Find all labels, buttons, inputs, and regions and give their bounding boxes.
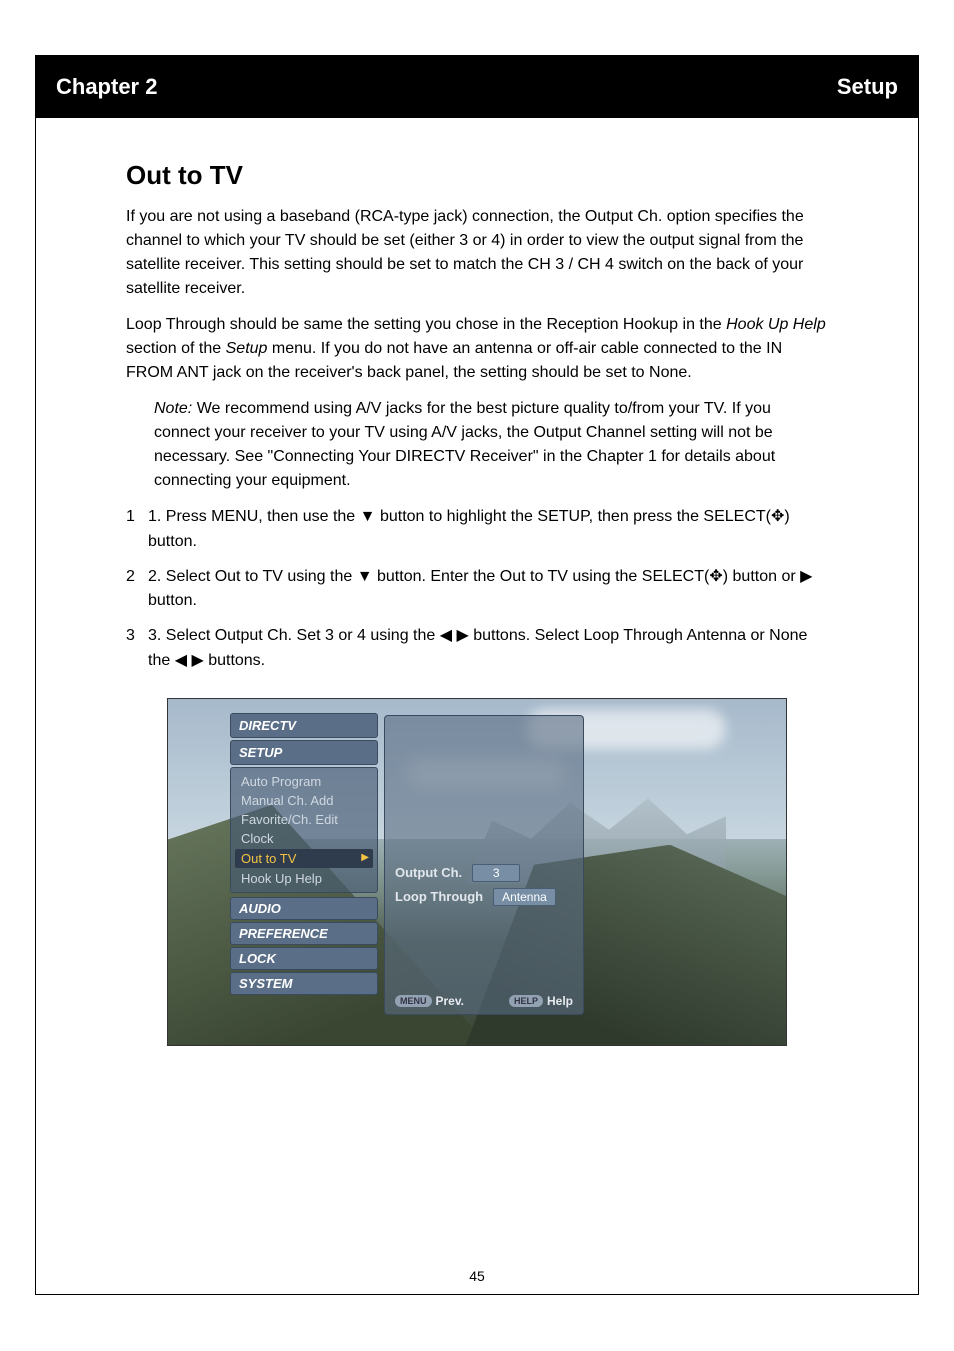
content-area: Out to TV If you are not using a baseban… <box>36 118 918 1046</box>
step2-d: button. <box>148 592 197 609</box>
sidebar-setup-items: Auto Program Manual Ch. Add Favorite/Ch.… <box>230 767 378 893</box>
step-1-num: 1 <box>126 505 135 530</box>
footer-help: HELP Help <box>509 994 573 1008</box>
sidebar-head-system[interactable]: SYSTEM <box>230 972 378 995</box>
select-crosshair-icon: ✥ <box>709 568 722 585</box>
paragraph-1: If you are not using a baseband (RCA-typ… <box>126 205 828 301</box>
header-left: Chapter 2 <box>56 74 157 100</box>
step2-c: ) button or <box>723 568 800 585</box>
osd-footer: MENU Prev. HELP Help <box>395 994 573 1008</box>
steps: 1 1. Press MENU, then use the ▼ button t… <box>126 505 828 674</box>
value-output-ch[interactable]: 3 <box>472 864 520 882</box>
step-1: 1 1. Press MENU, then use the ▼ button t… <box>126 505 828 555</box>
sidebar-item-manual-ch-add[interactable]: Manual Ch. Add <box>231 791 377 810</box>
left-right-arrow-icon: ◀ ▶ <box>440 627 469 644</box>
header-right: Setup <box>837 74 898 100</box>
left-right-arrow-icon: ◀ ▶ <box>175 652 204 669</box>
note-paragraph: Note: We recommend using A/V jacks for t… <box>154 397 828 493</box>
label-loop-through: Loop Through <box>395 889 483 904</box>
step-3-num: 3 <box>126 624 135 649</box>
section-title: Out to TV <box>126 160 828 191</box>
sidebar-item-auto-program[interactable]: Auto Program <box>231 772 377 791</box>
value-loop-through[interactable]: Antenna <box>493 888 556 906</box>
menu-pill-icon: MENU <box>395 995 432 1007</box>
step-3: 3 3. Select Output Ch. Set 3 or 4 using … <box>126 624 828 674</box>
page-number: 45 <box>469 1268 485 1284</box>
step1-a: 1. Press MENU, then use the <box>148 508 360 525</box>
right-arrow-icon: ▶ <box>800 568 812 585</box>
step2-a: 2. Select Out to TV using the <box>148 568 357 585</box>
footer-prev-text: Prev. <box>436 994 464 1008</box>
p2-part1: Loop Through should be same the setting … <box>126 316 726 333</box>
page-frame: Chapter 2 Setup Out to TV If you are not… <box>35 55 919 1295</box>
help-pill-icon: HELP <box>509 995 543 1007</box>
header-bar: Chapter 2 Setup <box>36 56 918 118</box>
osd-sidebar: DIRECTV SETUP Auto Program Manual Ch. Ad… <box>230 713 378 995</box>
osd-panel: Output Ch. 3 Loop Through Antenna MENU P… <box>384 715 584 1015</box>
note-lead: Note: <box>154 400 192 417</box>
osd-screenshot: DIRECTV SETUP Auto Program Manual Ch. Ad… <box>167 698 787 1046</box>
note-text: We recommend using A/V jacks for the bes… <box>154 400 775 489</box>
p2-hookup-help-link: Hook Up Help <box>726 316 826 333</box>
footer-prev: MENU Prev. <box>395 994 464 1008</box>
step1-b: button to highlight the SETUP, then pres… <box>376 508 771 525</box>
label-output-ch: Output Ch. <box>395 865 462 880</box>
sidebar-item-out-to-tv[interactable]: Out to TV <box>235 849 373 868</box>
panel-row-output-ch: Output Ch. 3 <box>395 864 520 882</box>
panel-row-loop-through: Loop Through Antenna <box>395 888 556 906</box>
select-crosshair-icon: ✥ <box>771 508 784 525</box>
footer-help-text: Help <box>547 994 573 1008</box>
down-arrow-icon: ▼ <box>360 508 376 525</box>
step2-b: button. Enter the Out to TV using the SE… <box>373 568 710 585</box>
p2-setup-link: Setup <box>226 340 268 357</box>
step3-c: buttons. <box>204 652 265 669</box>
step-2-num: 2 <box>126 565 135 590</box>
sidebar-head-audio[interactable]: AUDIO <box>230 897 378 920</box>
sidebar-item-favorite-ch-edit[interactable]: Favorite/Ch. Edit <box>231 810 377 829</box>
sidebar-head-setup[interactable]: SETUP <box>230 740 378 765</box>
step-2: 2 2. Select Out to TV using the ▼ button… <box>126 565 828 615</box>
p2-part2: section of the <box>126 340 226 357</box>
sidebar-head-preference[interactable]: PREFERENCE <box>230 922 378 945</box>
step3-a: 3. Select Output Ch. Set 3 or 4 using th… <box>148 627 440 644</box>
sidebar-head-directv[interactable]: DIRECTV <box>230 713 378 738</box>
paragraph-2: Loop Through should be same the setting … <box>126 313 828 385</box>
sidebar-head-lock[interactable]: LOCK <box>230 947 378 970</box>
down-arrow-icon: ▼ <box>357 568 373 585</box>
sidebar-item-clock[interactable]: Clock <box>231 829 377 848</box>
sidebar-item-hook-up-help[interactable]: Hook Up Help <box>231 869 377 888</box>
